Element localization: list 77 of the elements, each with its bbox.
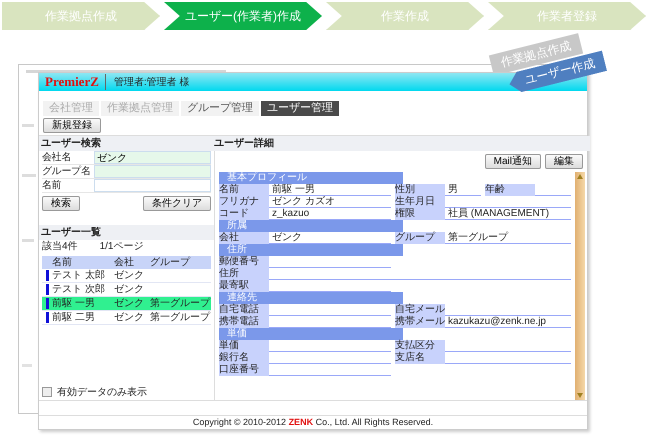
checkbox-label: 有効データのみ表示 xyxy=(57,386,147,399)
field-label: 銀行名 xyxy=(219,352,269,364)
row-marker-icon xyxy=(46,312,48,323)
user-row[interactable]: 前駆 一男 ゼンク 第一グループ xyxy=(42,297,211,311)
table-cell-text: ゼンク xyxy=(114,311,145,324)
table-cell-text: ゼンク xyxy=(114,283,145,296)
section-header: ユーザー詳細 xyxy=(212,136,590,151)
field-label: 自宅メール xyxy=(395,304,445,316)
result-count: 該当4件 xyxy=(42,240,78,254)
field-label: 口座番号 xyxy=(219,364,269,376)
row-marker-icon xyxy=(46,270,48,281)
field-label: 支店名 xyxy=(395,352,445,364)
row-marker-icon xyxy=(46,284,48,295)
table-cell-text: 前駆 一男 xyxy=(52,297,96,310)
tab[interactable]: ユーザー管理 xyxy=(261,101,339,116)
field-label: 自宅電話 xyxy=(219,304,269,316)
scroll-up-icon[interactable] xyxy=(577,174,583,179)
input-field[interactable] xyxy=(94,179,211,192)
table-cell-text: テスト 太郎 xyxy=(52,269,106,282)
tab[interactable]: グループ管理 xyxy=(181,101,259,116)
field-label: グループ xyxy=(395,232,445,244)
field-value: kazukazu@zenk.ne.jp xyxy=(445,316,571,328)
section-band: 所属 xyxy=(219,220,403,232)
user-label: 管理者:管理者 様 xyxy=(114,76,190,89)
detail-button[interactable]: Mail通知 xyxy=(484,154,541,169)
field-value: 第一グループ xyxy=(445,232,571,244)
field-label: 郵便番号 xyxy=(219,256,269,268)
page-indicator: 1/1ページ xyxy=(100,240,144,254)
field-label: 携帯電話 xyxy=(219,316,269,328)
column-header: 会社 xyxy=(114,256,135,269)
field-label: 住所 xyxy=(219,268,269,280)
field-label: グループ名 xyxy=(42,165,92,178)
field-label: 名前 xyxy=(219,184,269,196)
table-cell: 第一グループ xyxy=(150,312,210,323)
user-row[interactable]: 前駆 二男 ゼンク 第一グループ xyxy=(42,311,211,325)
field-label: フリガナ xyxy=(219,196,269,208)
field-label: 年齢 xyxy=(485,184,535,196)
search-form-button[interactable]: 条件クリア xyxy=(143,196,211,211)
section-header: ユーザー一覧 xyxy=(39,225,214,240)
section-band: 住所 xyxy=(219,244,403,256)
field-label: 最寄駅 xyxy=(219,280,269,292)
field-value: 社員 (MANAGEMENT) xyxy=(445,208,571,220)
scrollbar[interactable] xyxy=(575,172,585,400)
field-value: ゼンク カズオ xyxy=(269,196,391,208)
section-band: 連絡先 xyxy=(219,292,403,304)
section-band: 単価 xyxy=(219,328,403,340)
user-row[interactable]: テスト 太郎 ゼンク xyxy=(42,269,211,283)
scroll-down-icon[interactable] xyxy=(577,393,583,398)
field-label: 単価 xyxy=(219,340,269,352)
table-cell-text: テスト 次郎 xyxy=(52,283,106,296)
copyright-text: Copyright © 2010-2012 ZENK Co., Ltd. All Rights Reserved. xyxy=(192,417,434,427)
row-marker-icon xyxy=(46,298,48,309)
table-cell-text: 前駆 二男 xyxy=(52,311,96,324)
field-label: 携帯メール xyxy=(395,316,445,328)
field-label: コード xyxy=(219,208,269,220)
table-cell: 第一グループ xyxy=(150,298,210,309)
field-value: 前駆 一男 xyxy=(269,184,391,196)
input-field[interactable]: ゼンク xyxy=(94,151,211,164)
column-header: 名前 xyxy=(52,256,73,269)
input-field[interactable] xyxy=(94,165,211,178)
field-label: 生年月日 xyxy=(395,196,445,208)
field-label: 会社名 xyxy=(42,151,72,164)
detail-button[interactable]: 編集 xyxy=(545,154,583,169)
logo: PremierZ xyxy=(45,74,106,90)
field-label: 名前 xyxy=(42,179,62,192)
checkbox[interactable] xyxy=(42,387,52,397)
table-cell-text: ゼンク xyxy=(114,297,145,310)
column-header: グループ xyxy=(150,256,192,269)
section-header: ユーザー検索 xyxy=(39,136,214,151)
new-button[interactable]: 新規登録 xyxy=(43,118,101,133)
field-label: 性別 xyxy=(395,184,445,196)
field-label: 支払区分 xyxy=(395,340,445,352)
table-cell-text: ゼンク xyxy=(114,269,145,282)
field-label: 権限 xyxy=(395,208,445,220)
search-form-button[interactable]: 検索 xyxy=(42,196,80,211)
field-label: 会社 xyxy=(219,232,269,244)
field-value: 男 xyxy=(445,184,481,196)
